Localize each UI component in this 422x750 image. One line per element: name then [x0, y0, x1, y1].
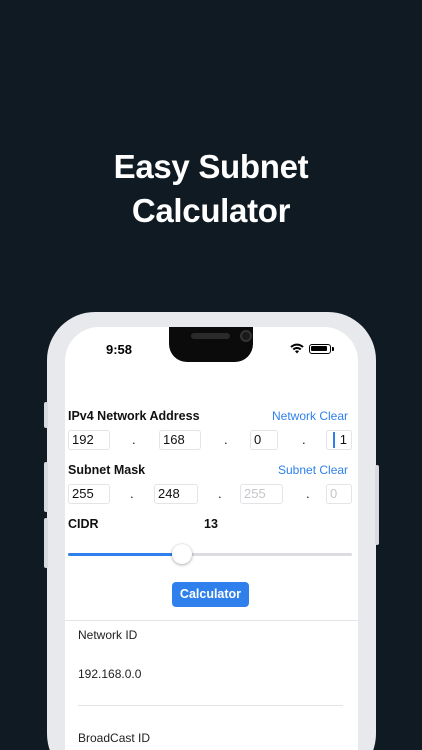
separator-dot: .: [224, 432, 228, 447]
cidr-slider-fill: [68, 553, 182, 556]
cidr-slider-track[interactable]: [68, 553, 352, 556]
network-address-label: IPv4 Network Address: [68, 409, 200, 423]
volume-down-button: [44, 518, 48, 568]
front-camera-icon: [240, 330, 252, 342]
power-button: [375, 465, 379, 545]
calculator-button[interactable]: Calculator: [172, 582, 249, 607]
text-cursor: [333, 432, 335, 448]
network-id-divider: [78, 705, 343, 706]
network-octet-3[interactable]: 0: [250, 430, 278, 450]
mask-octet-2[interactable]: 248: [154, 484, 198, 504]
headline-line-1: Easy Subnet: [113, 148, 309, 185]
separator-dot: .: [130, 486, 134, 501]
subnet-mask-label: Subnet Mask: [68, 463, 146, 477]
network-octet-2[interactable]: 168: [159, 430, 201, 450]
wifi-icon: [290, 343, 304, 354]
cidr-label: CIDR: [68, 517, 99, 531]
separator-dot: .: [302, 432, 306, 447]
network-octet-1[interactable]: 192: [68, 430, 110, 450]
cidr-value: 13: [204, 517, 218, 531]
cidr-slider-thumb[interactable]: [171, 544, 192, 564]
network-octet-4[interactable]: 1: [326, 430, 352, 450]
speaker-grille: [191, 333, 230, 339]
mask-octet-3[interactable]: 255: [240, 484, 283, 504]
battery-icon: [309, 343, 334, 354]
headline: Easy Subnet Calculator: [0, 145, 422, 233]
network-clear-button[interactable]: Network Clear: [272, 409, 348, 423]
headline-line-2: Calculator: [131, 192, 291, 229]
network-id-label: Network ID: [78, 628, 138, 642]
separator-dot: .: [306, 486, 310, 501]
broadcast-id-label: BroadCast ID: [78, 731, 151, 745]
separator-dot: .: [218, 486, 222, 501]
mask-octet-1[interactable]: 255: [68, 484, 110, 504]
separator-dot: .: [132, 432, 136, 447]
status-icons: [290, 343, 334, 354]
mask-octet-4[interactable]: 0: [326, 484, 352, 504]
results-divider: [65, 620, 358, 621]
mute-switch: [44, 402, 48, 428]
network-id-value: 192.168.0.0: [78, 667, 142, 681]
volume-up-button: [44, 462, 48, 512]
status-time: 9:58: [106, 342, 133, 357]
subnet-clear-button[interactable]: Subnet Clear: [278, 463, 348, 477]
phone-screen: [65, 327, 358, 750]
